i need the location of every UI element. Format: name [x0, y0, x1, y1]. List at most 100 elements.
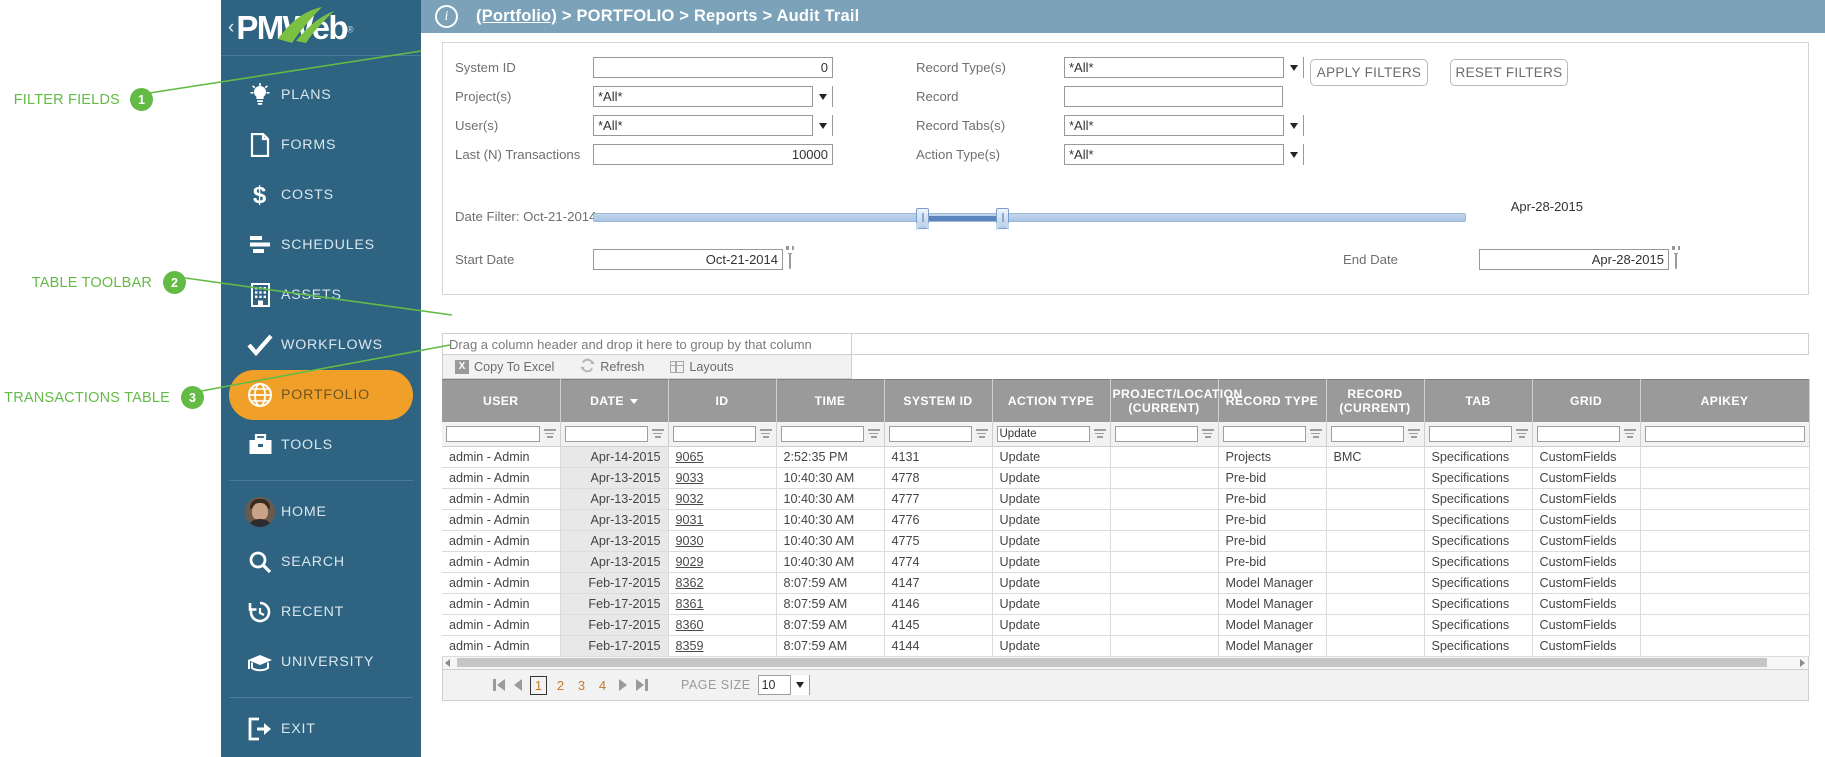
apply-filters-button[interactable]: APPLY FILTERS: [1310, 59, 1428, 86]
record-id-link[interactable]: 8362: [676, 576, 704, 590]
system-id-input[interactable]: 0: [593, 57, 833, 78]
next-page-button[interactable]: [613, 676, 632, 695]
column-header-user[interactable]: USER: [442, 379, 561, 422]
sidebar-item-schedules[interactable]: SCHEDULES: [229, 220, 413, 270]
filter-input-project-location[interactable]: [1114, 425, 1198, 442]
sidebar-item-university[interactable]: UNIVERSITY: [229, 637, 413, 687]
table-row[interactable]: admin - Admin Feb-17-2015 8360 8:07:59 AM 41…: [442, 614, 1810, 636]
chevron-down-icon[interactable]: [1283, 115, 1303, 136]
start-date-input[interactable]: Oct-21-2014: [593, 249, 783, 270]
chevron-down-icon[interactable]: [789, 675, 809, 695]
breadcrumb-root[interactable]: (Portfolio): [476, 7, 557, 25]
scrollbar-thumb[interactable]: [457, 658, 1767, 667]
table-row[interactable]: admin - Admin Apr-13-2015 9032 10:40:30 AM 4…: [442, 488, 1810, 510]
group-by-dropzone[interactable]: Drag a column header and drop it here to…: [442, 333, 852, 355]
table-row[interactable]: admin - Admin Apr-13-2015 9030 10:40:30 AM 4…: [442, 530, 1810, 552]
record-types-select[interactable]: *All*: [1064, 57, 1304, 78]
chevron-down-icon[interactable]: [812, 115, 832, 136]
record-id-link[interactable]: 9065: [676, 450, 704, 464]
filter-input-record-type[interactable]: [1222, 425, 1306, 442]
table-row[interactable]: admin - Admin Feb-17-2015 8361 8:07:59 AM 41…: [442, 593, 1810, 615]
filter-funnel-icon[interactable]: [1515, 428, 1528, 439]
last-n-transactions-input[interactable]: 10000: [593, 144, 833, 165]
filter-input-user[interactable]: [446, 425, 540, 442]
copy-to-excel-button[interactable]: X Copy To Excel: [455, 359, 554, 374]
chevron-down-icon[interactable]: [812, 86, 832, 107]
cell-id[interactable]: 9033: [668, 467, 777, 489]
sidebar-item-workflows[interactable]: WORKFLOWS: [229, 320, 413, 370]
record-id-link[interactable]: 8359: [676, 639, 704, 653]
projects-select[interactable]: *All*: [593, 86, 833, 107]
column-header-id[interactable]: ID: [668, 379, 777, 422]
horizontal-scrollbar[interactable]: [442, 657, 1809, 670]
column-header-apikey[interactable]: APIKEY: [1640, 379, 1810, 422]
record-id-link[interactable]: 9031: [676, 513, 704, 527]
cell-id[interactable]: 9029: [668, 551, 777, 573]
sidebar-item-recent[interactable]: RECENT: [229, 587, 413, 637]
cell-id[interactable]: 8361: [668, 593, 777, 615]
page-number-1[interactable]: 1: [530, 675, 547, 695]
record-id-link[interactable]: 9032: [676, 492, 704, 506]
column-header-date[interactable]: DATE: [560, 379, 669, 422]
filter-input-apikey[interactable]: [1644, 425, 1805, 442]
filter-input-action-type[interactable]: Update: [996, 425, 1090, 442]
record-tabs-select[interactable]: *All*: [1064, 115, 1304, 136]
filter-input-tab[interactable]: [1428, 425, 1512, 442]
filter-input-date[interactable]: [564, 425, 648, 442]
page-number-4[interactable]: 4: [595, 676, 610, 695]
cell-id[interactable]: 9032: [668, 488, 777, 510]
sidebar-item-forms[interactable]: FORMS: [229, 120, 413, 170]
last-page-button[interactable]: [632, 676, 651, 695]
cell-id[interactable]: 9065: [668, 446, 777, 468]
filter-funnel-icon[interactable]: [759, 428, 772, 439]
filter-input-system-id[interactable]: [888, 425, 972, 442]
filter-input-record-current[interactable]: [1330, 425, 1404, 442]
filter-funnel-icon[interactable]: [651, 428, 664, 439]
record-id-link[interactable]: 9030: [676, 534, 704, 548]
scroll-left-icon[interactable]: [445, 659, 450, 667]
filter-funnel-icon[interactable]: [975, 428, 988, 439]
sidebar-item-assets[interactable]: ASSETS: [229, 270, 413, 320]
column-header-system-id[interactable]: SYSTEM ID: [884, 379, 993, 422]
column-header-action-type[interactable]: ACTION TYPE: [992, 379, 1111, 422]
sidebar-item-tools[interactable]: TOOLS: [229, 420, 413, 470]
record-id-link[interactable]: 9029: [676, 555, 704, 569]
table-row[interactable]: admin - Admin Apr-14-2015 9065 2:52:35 PM 41…: [442, 446, 1810, 468]
end-date-input[interactable]: Apr-28-2015: [1479, 249, 1669, 270]
cell-id[interactable]: 9030: [668, 530, 777, 552]
slider-handle-end[interactable]: [996, 208, 1009, 232]
filter-funnel-icon[interactable]: [1093, 428, 1106, 439]
page-number-2[interactable]: 2: [553, 676, 568, 695]
sidebar-item-plans[interactable]: PLANS: [229, 70, 413, 120]
record-input[interactable]: [1064, 86, 1283, 107]
first-page-button[interactable]: [489, 676, 508, 695]
record-id-link[interactable]: 8361: [676, 597, 704, 611]
record-id-link[interactable]: 9033: [676, 471, 704, 485]
sidebar-item-search[interactable]: SEARCH: [229, 537, 413, 587]
chevron-down-icon[interactable]: [1283, 144, 1303, 165]
column-header-record-current[interactable]: RECORD (CURRENT): [1326, 379, 1425, 422]
filter-funnel-icon[interactable]: [867, 428, 880, 439]
cell-id[interactable]: 8362: [668, 572, 777, 594]
breadcrumb-item-reports[interactable]: Reports: [694, 7, 758, 25]
cell-id[interactable]: 9031: [668, 509, 777, 531]
chevron-down-icon[interactable]: [1283, 57, 1303, 78]
filter-funnel-icon[interactable]: [1201, 428, 1214, 439]
column-header-grid[interactable]: GRID: [1532, 379, 1641, 422]
scroll-right-icon[interactable]: [1800, 659, 1805, 667]
info-icon[interactable]: i: [435, 5, 458, 28]
slider-handle-start[interactable]: [916, 208, 929, 232]
table-row[interactable]: admin - Admin Apr-13-2015 9029 10:40:30 AM 4…: [442, 551, 1810, 573]
page-size-select[interactable]: 10: [757, 675, 810, 695]
column-header-tab[interactable]: TAB: [1424, 379, 1533, 422]
table-row[interactable]: admin - Admin Apr-13-2015 9031 10:40:30 AM 4…: [442, 509, 1810, 531]
sidebar-item-exit[interactable]: EXIT: [229, 704, 413, 754]
action-types-select[interactable]: *All*: [1064, 144, 1304, 165]
sidebar-collapse-icon[interactable]: ‹: [228, 17, 234, 39]
filter-input-id[interactable]: [672, 425, 756, 442]
calendar-icon[interactable]: [1672, 246, 1680, 269]
refresh-button[interactable]: Refresh: [580, 358, 644, 376]
users-select[interactable]: *All*: [593, 115, 833, 136]
filter-input-time[interactable]: [780, 425, 864, 442]
filter-input-grid[interactable]: [1536, 425, 1620, 442]
